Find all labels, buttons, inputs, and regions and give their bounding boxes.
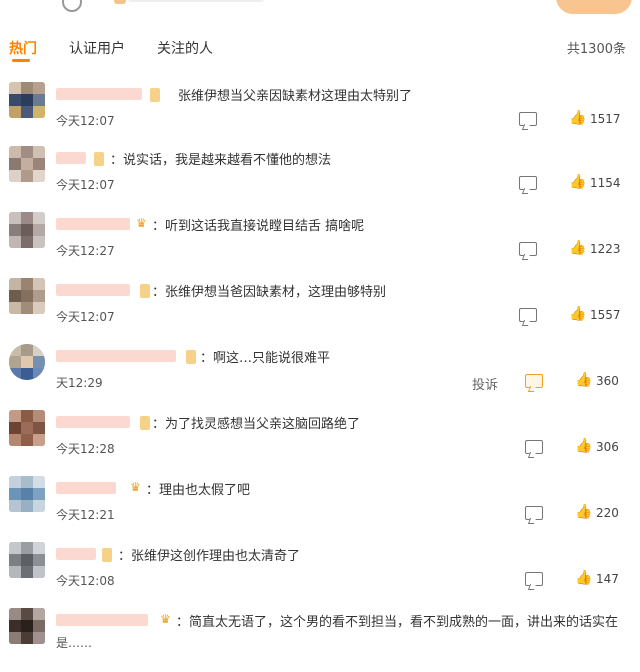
thumbs-up-icon[interactable]: 👍	[575, 504, 592, 520]
total-count: 共1300条	[566, 42, 626, 57]
like-count: 1557	[590, 308, 621, 322]
thumbs-up-icon[interactable]: 👍	[569, 174, 586, 190]
username-blur[interactable]	[56, 416, 130, 428]
tab-verified-users[interactable]: 认证用户	[69, 38, 125, 58]
tab-hot[interactable]: 热门	[9, 38, 37, 58]
send-button[interactable]	[556, 0, 632, 14]
comment-text: ：啊这…只能说很难平	[200, 351, 331, 366]
reply-icon[interactable]	[519, 176, 537, 190]
emoji-icon[interactable]	[62, 0, 82, 12]
like-count: 306	[596, 440, 619, 454]
comment-time: 今天12:27	[56, 244, 115, 258]
reply-icon[interactable]	[525, 572, 543, 586]
comment-item: ：张维伊这创作理由也太清奇了 今天12:08 👍 147	[0, 542, 640, 606]
avatar[interactable]	[9, 344, 45, 380]
tab-following[interactable]: 关注的人	[157, 38, 213, 58]
comment-text-continuation: 是……	[56, 636, 93, 650]
top-input-bar	[0, 0, 640, 18]
thumbs-up-icon[interactable]: 👍	[575, 438, 592, 454]
comment-item: ♛ ：简直太无语了，这个男的看不到担当，看不到成熟的一面，讲出来的话实在 是……	[0, 608, 640, 672]
username-blur[interactable]	[56, 350, 176, 362]
comment-text: ：说实话，我是越来越看不懂他的想法	[110, 153, 332, 168]
reply-icon[interactable]	[525, 440, 543, 454]
avatar[interactable]	[9, 542, 45, 578]
tab-active-indicator	[12, 59, 30, 62]
avatar[interactable]	[9, 82, 45, 118]
thumbs-up-icon[interactable]: 👍	[569, 306, 586, 322]
avatar[interactable]	[9, 212, 45, 248]
comment-text: ：简直太无语了，这个男的看不到担当，看不到成熟的一面，讲出来的话实在	[176, 615, 619, 630]
user-badge-icon	[186, 350, 196, 364]
comment-time: 今天12:08	[56, 574, 115, 588]
crown-badge-icon: ♛	[130, 480, 141, 494]
comment-item: 张维伊想当父亲因缺素材这理由太特别了 今天12:07 👍 1517	[0, 82, 640, 146]
comment-text: ：理由也太假了吧	[146, 483, 251, 498]
comment-tabs: 热门 认证用户 关注的人 共1300条	[0, 34, 640, 62]
comment-text: ：张维伊这创作理由也太清奇了	[118, 549, 301, 564]
username-blur[interactable]	[56, 152, 86, 164]
report-link[interactable]: 投诉	[472, 374, 498, 393]
reply-icon[interactable]	[519, 112, 537, 126]
orange-badge-icon	[114, 0, 126, 4]
like-count: 360	[596, 374, 619, 388]
comment-time: 今天12:28	[56, 442, 115, 456]
faded-text	[128, 0, 264, 2]
avatar[interactable]	[9, 278, 45, 314]
like-count: 1154	[590, 176, 621, 190]
reply-icon[interactable]	[519, 308, 537, 322]
comment-time: 天12:29	[56, 376, 103, 390]
username-blur[interactable]	[56, 284, 130, 296]
reply-icon[interactable]	[525, 374, 543, 388]
comment-text: ：为了找灵感想当父亲这脑回路绝了	[152, 417, 361, 432]
avatar[interactable]	[9, 476, 45, 512]
comment-time: 今天12:07	[56, 114, 115, 128]
reply-icon[interactable]	[525, 506, 543, 520]
user-badge-icon	[140, 284, 150, 298]
comment-item: ：张维伊想当爸因缺素材，这理由够特别 今天12:07 👍 1557	[0, 278, 640, 342]
reply-icon[interactable]	[519, 242, 537, 256]
user-badge-icon	[94, 152, 104, 166]
username-blur[interactable]	[56, 482, 116, 494]
comment-text: 张维伊想当父亲因缺素材这理由太特别了	[178, 89, 413, 104]
comment-text: ：张维伊想当爸因缺素材，这理由够特别	[152, 285, 387, 300]
crown-badge-icon: ♛	[160, 612, 171, 626]
username-blur[interactable]	[56, 548, 96, 560]
comment-item: ♛ ：理由也太假了吧 今天12:21 👍 220	[0, 476, 640, 540]
like-count: 147	[596, 572, 619, 586]
username-blur[interactable]	[56, 614, 148, 626]
like-count: 1517	[590, 112, 621, 126]
thumbs-up-icon[interactable]: 👍	[569, 110, 586, 126]
comment-item: ：为了找灵感想当父亲这脑回路绝了 今天12:28 👍 306	[0, 410, 640, 474]
avatar[interactable]	[9, 410, 45, 446]
username-blur[interactable]	[56, 88, 142, 100]
crown-badge-icon: ♛	[136, 216, 147, 230]
comment-time: 今天12:07	[56, 310, 115, 324]
like-count: 1223	[590, 242, 621, 256]
user-badge-icon	[102, 548, 112, 562]
user-badge-icon	[140, 416, 150, 430]
thumbs-up-icon[interactable]: 👍	[575, 372, 592, 388]
comment-time: 今天12:21	[56, 508, 115, 522]
thumbs-up-icon[interactable]: 👍	[575, 570, 592, 586]
comment-text: ：听到这话我直接说瞠目结舌 搞啥呢	[152, 219, 365, 234]
comment-time: 今天12:07	[56, 178, 115, 192]
avatar[interactable]	[9, 146, 45, 182]
thumbs-up-icon[interactable]: 👍	[569, 240, 586, 256]
avatar[interactable]	[9, 608, 45, 644]
like-count: 220	[596, 506, 619, 520]
comment-item: ：说实话，我是越来越看不懂他的想法 今天12:07 👍 1154	[0, 146, 640, 210]
user-badge-icon	[150, 88, 160, 102]
username-blur[interactable]	[56, 218, 130, 230]
comment-item: ♛ ：听到这话我直接说瞠目结舌 搞啥呢 今天12:27 👍 1223	[0, 212, 640, 276]
comment-item: ：啊这…只能说很难平 天12:29 投诉 👍 360	[0, 344, 640, 408]
